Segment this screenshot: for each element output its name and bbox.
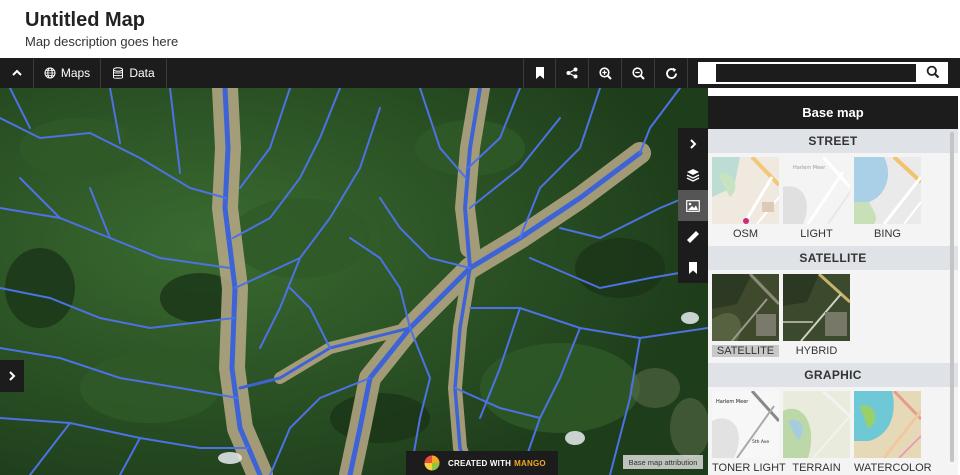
- section-street: STREET: [708, 129, 958, 153]
- zoom-in-button[interactable]: [589, 58, 622, 88]
- osm-thumbnail: [712, 157, 779, 224]
- svg-text:5th Ave: 5th Ave: [752, 439, 769, 445]
- satellite-imagery: [0, 88, 708, 475]
- light-thumbnail: Harlem Meer: [783, 157, 850, 224]
- street-tiles: OSM Harlem Meer LIGHT BING: [708, 153, 958, 246]
- bookmark-icon: [689, 261, 697, 274]
- watercolor-thumbnail: [854, 391, 921, 458]
- ruler-icon: [687, 230, 699, 243]
- search-button[interactable]: [926, 65, 942, 81]
- map-description[interactable]: Map description goes here: [25, 33, 960, 51]
- bookmark-button[interactable]: [523, 58, 556, 88]
- layers-icon: [686, 168, 700, 182]
- tile-label: TONER LIGHT: [712, 462, 786, 474]
- basemap-tile-bing[interactable]: BING: [854, 157, 921, 246]
- chevron-right-icon: [9, 371, 16, 381]
- svg-text:Harlem Meer: Harlem Meer: [716, 399, 749, 405]
- search-input[interactable]: [716, 64, 916, 82]
- panel-scrollbar[interactable]: [950, 132, 954, 462]
- toolbar: Maps Data: [0, 58, 960, 88]
- base-map-tool-button[interactable]: [678, 190, 708, 221]
- credit-brand: MANGO: [514, 458, 546, 468]
- tile-label: BING: [874, 228, 901, 240]
- map-header: Untitled Map Map description goes here: [0, 0, 960, 58]
- maps-button[interactable]: Maps: [34, 58, 101, 88]
- chevron-right-icon: [690, 138, 697, 149]
- satellite-thumbnail: [712, 274, 779, 341]
- panel-title: Base map: [708, 96, 958, 129]
- tile-label: WATERCOLOR: [854, 462, 932, 474]
- graphic-tiles: Harlem Meer 5th Ave TONER LIGHT TERRAIN W…: [708, 387, 958, 475]
- collapse-panel-button[interactable]: [678, 128, 708, 159]
- tile-label: TERRAIN: [792, 462, 841, 474]
- svg-text:Harlem Meer: Harlem Meer: [793, 165, 826, 171]
- bing-thumbnail: [854, 157, 921, 224]
- tile-label: HYBRID: [795, 345, 838, 357]
- basemap-tile-light[interactable]: Harlem Meer LIGHT: [783, 157, 850, 246]
- mango-logo-icon: [424, 455, 440, 471]
- basemap-tile-osm[interactable]: OSM: [712, 157, 779, 246]
- tile-label: SATELLITE: [712, 345, 779, 357]
- open-left-panel-button[interactable]: [0, 360, 24, 392]
- refresh-icon: [665, 67, 677, 79]
- tile-label: OSM: [732, 228, 759, 240]
- bookmark-icon: [535, 67, 544, 79]
- image-icon: [686, 199, 700, 212]
- credit-prefix: CREATED WITH: [448, 458, 512, 468]
- measure-tool-button[interactable]: [678, 221, 708, 252]
- search-box: [698, 62, 948, 84]
- section-satellite: SATELLITE: [708, 246, 958, 270]
- maps-button-label: Maps: [60, 66, 91, 80]
- collapse-header-button[interactable]: [0, 58, 34, 88]
- layers-tool-button[interactable]: [678, 159, 708, 190]
- map-canvas[interactable]: CREATED WITH MANGO Base map attribution: [0, 88, 708, 475]
- basemap-tile-terrain[interactable]: TERRAIN: [783, 391, 850, 475]
- base-map-panel: Base map STREET OSM Harlem Meer LIGHT BI: [708, 96, 958, 475]
- basemap-tile-satellite[interactable]: SATELLITE: [712, 274, 779, 363]
- base-map-attribution[interactable]: Base map attribution: [623, 455, 703, 469]
- data-button-label: Data: [129, 66, 155, 80]
- chevron-up-icon: [11, 69, 22, 76]
- tile-label: LIGHT: [800, 228, 833, 240]
- map-app: Untitled Map Map description goes here M…: [0, 0, 960, 475]
- mango-credit-badge[interactable]: CREATED WITH MANGO: [406, 451, 558, 475]
- search-icon: [926, 65, 940, 79]
- refresh-button[interactable]: [655, 58, 688, 88]
- basemap-tile-hybrid[interactable]: HYBRID: [783, 274, 850, 363]
- satellite-tiles: SATELLITE HYBRID: [708, 270, 958, 363]
- globe-icon: [44, 67, 56, 79]
- map-title[interactable]: Untitled Map: [25, 8, 960, 32]
- section-graphic: GRAPHIC: [708, 363, 958, 387]
- bookmarks-tool-button[interactable]: [678, 252, 708, 283]
- database-icon: [113, 66, 124, 79]
- basemap-tile-toner-light[interactable]: Harlem Meer 5th Ave TONER LIGHT: [712, 391, 786, 475]
- map-tool-strip: [678, 128, 708, 283]
- zoom-out-button[interactable]: [622, 58, 655, 88]
- basemap-tile-watercolor[interactable]: WATERCOLOR: [854, 391, 932, 475]
- terrain-thumbnail: [783, 391, 850, 458]
- hybrid-thumbnail: [783, 274, 850, 341]
- share-button[interactable]: [556, 58, 589, 88]
- data-button[interactable]: Data: [101, 58, 167, 88]
- zoom-out-icon: [631, 66, 645, 80]
- share-icon: [566, 67, 578, 79]
- zoom-in-icon: [598, 66, 612, 80]
- toner-light-thumbnail: Harlem Meer 5th Ave: [712, 391, 779, 458]
